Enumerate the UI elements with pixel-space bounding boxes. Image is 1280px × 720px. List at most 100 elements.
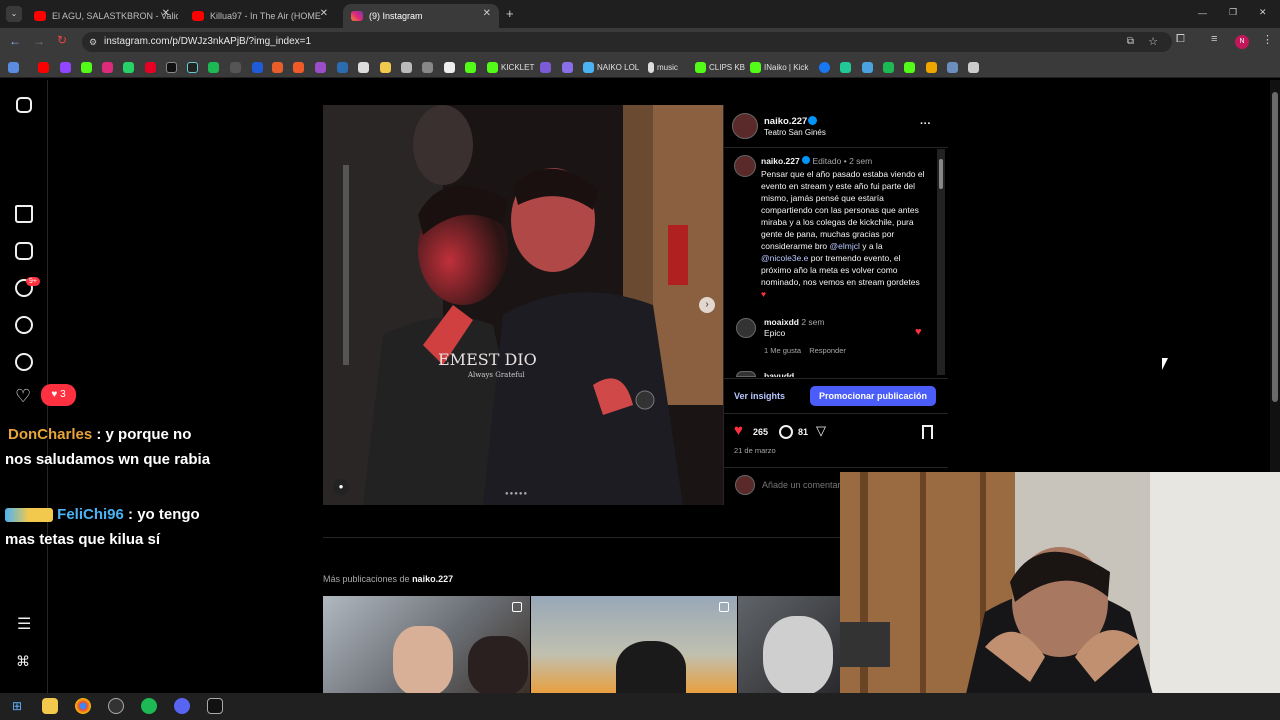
bookmark-icon[interactable] xyxy=(465,61,476,73)
save-bookmark-icon[interactable] xyxy=(922,425,933,439)
windows-start-icon[interactable]: ⊞ xyxy=(9,698,25,714)
minimize-button[interactable]: — xyxy=(1198,8,1207,18)
commenter-avatar[interactable] xyxy=(736,371,756,377)
grid-post-thumbnail[interactable] xyxy=(738,596,840,693)
comment-likes-count[interactable]: 1 Me gusta xyxy=(764,346,801,355)
bookmark-icon[interactable] xyxy=(862,61,873,73)
spotify-icon[interactable] xyxy=(141,698,157,714)
bookmark-icon[interactable] xyxy=(904,61,915,73)
obs-icon[interactable] xyxy=(108,698,124,714)
author-username[interactable]: naiko.227 xyxy=(764,116,807,127)
menu-icon[interactable]: ⋮ xyxy=(1262,33,1273,46)
tab-youtube-2[interactable]: Killua97 - In The Air (HOME ✕ xyxy=(184,4,336,28)
close-window-button[interactable]: ✕ xyxy=(1259,7,1267,18)
site-info-icon[interactable]: ⚙ xyxy=(89,32,97,52)
comment-icon[interactable] xyxy=(779,425,793,439)
reels-icon[interactable] xyxy=(15,242,33,260)
bookmark-icon[interactable] xyxy=(272,61,283,73)
bookmark-icon[interactable] xyxy=(380,61,391,73)
author-avatar[interactable] xyxy=(732,113,758,139)
bookmark-icon[interactable] xyxy=(883,61,894,73)
bookmark-whatsapp-icon[interactable] xyxy=(123,61,134,73)
heart-icon[interactable]: ♡ xyxy=(15,386,31,407)
bookmark-star-icon[interactable]: ☆ xyxy=(1148,32,1158,52)
post-location[interactable]: Teatro San Ginés xyxy=(764,128,826,137)
bookmark-spotify-icon[interactable] xyxy=(208,61,219,73)
bookmark-twitch-icon[interactable] xyxy=(60,61,71,73)
comments-scrollbar[interactable] xyxy=(937,149,945,375)
grid-post-thumbnail[interactable] xyxy=(531,596,737,693)
bookmark-icon[interactable] xyxy=(422,61,433,73)
next-photo-icon[interactable]: › xyxy=(699,297,715,313)
page-scrollbar-thumb[interactable] xyxy=(1272,92,1278,402)
likes-count[interactable]: 265 xyxy=(753,427,768,437)
install-icon[interactable]: ⧉ xyxy=(1127,32,1134,52)
post-photo[interactable]: EMEST DIO Always Grateful › ● ●●●●● xyxy=(323,105,723,505)
chrome-icon[interactable] xyxy=(75,698,91,714)
view-insights-link[interactable]: Ver insights xyxy=(734,391,785,401)
bookmark-kicklet[interactable]: KICKLET xyxy=(487,61,534,73)
caption-username[interactable]: naiko.227 xyxy=(761,156,800,166)
bookmark-inaiko-kick[interactable]: INaiko | Kick xyxy=(750,61,808,73)
tab-instagram[interactable]: (9) Instagram ✕ xyxy=(343,4,499,28)
comment-like-icon[interactable]: ♥ xyxy=(915,326,922,338)
bookmark-icon[interactable] xyxy=(358,61,369,73)
bookmark-pinterest-icon[interactable] xyxy=(145,61,156,73)
maximize-button[interactable]: ❐ xyxy=(1229,7,1237,18)
explore-icon[interactable] xyxy=(15,353,33,371)
bookmark-s-icon[interactable] xyxy=(230,61,241,73)
more-menu-icon[interactable]: ☰ xyxy=(17,614,31,634)
reload-icon[interactable]: ↻ xyxy=(57,33,67,47)
close-tab-icon[interactable]: ✕ xyxy=(320,8,328,19)
likes-notification[interactable]: ♥ 3 xyxy=(41,384,76,406)
bookmark-kick-icon[interactable] xyxy=(81,61,92,73)
comments-count[interactable]: 81 xyxy=(798,427,808,437)
scrollbar-thumb[interactable] xyxy=(939,159,943,189)
bookmark-youtube-icon[interactable] xyxy=(38,61,49,73)
address-bar[interactable]: ⚙ instagram.com/p/DWJz3nkAPjB/?img_index… xyxy=(82,32,1172,52)
more-posts-user[interactable]: naiko.227 xyxy=(412,574,453,584)
share-icon[interactable]: ▽ xyxy=(816,423,826,439)
bookmark-icon[interactable] xyxy=(540,61,551,73)
caption-avatar[interactable] xyxy=(734,155,756,177)
commenter-avatar[interactable] xyxy=(736,318,756,338)
app-icon[interactable] xyxy=(207,698,223,714)
new-tab-button[interactable]: + xyxy=(506,6,514,21)
bookmark-music[interactable]: music xyxy=(648,61,678,73)
bookmark-instagram-icon[interactable] xyxy=(102,61,113,73)
tab-search-button[interactable]: ⌄ xyxy=(6,6,22,22)
like-button-icon[interactable]: ♥ xyxy=(734,422,743,439)
bookmark-icon[interactable] xyxy=(293,61,304,73)
profile-avatar[interactable]: N xyxy=(1235,35,1249,49)
apps-icon[interactable] xyxy=(8,61,19,73)
mention-link[interactable]: @nicole3e.e xyxy=(761,253,808,263)
tagged-users-icon[interactable]: ● xyxy=(333,479,349,495)
bookmark-icon[interactable] xyxy=(947,61,958,73)
close-tab-icon[interactable]: ✕ xyxy=(483,8,491,19)
comment-username[interactable]: moaixdd xyxy=(764,317,799,327)
more-options-icon[interactable]: ··· xyxy=(920,118,931,130)
bookmark-icon[interactable] xyxy=(968,61,979,73)
close-tab-icon[interactable]: ✕ xyxy=(162,8,170,19)
promote-post-button[interactable]: Promocionar publicación xyxy=(810,386,936,406)
also-from-meta-icon[interactable]: ⌘ xyxy=(16,653,30,670)
bookmark-tiktok-icon[interactable] xyxy=(187,61,198,73)
instagram-logo-icon[interactable] xyxy=(16,97,32,113)
bookmark-icon[interactable] xyxy=(926,61,937,73)
bookmark-x-icon[interactable] xyxy=(166,61,177,73)
bookmark-icon[interactable] xyxy=(337,61,348,73)
bookmark-icon[interactable] xyxy=(401,61,412,73)
grid-post-thumbnail[interactable] xyxy=(323,596,530,693)
bookmark-icon[interactable] xyxy=(444,61,455,73)
file-explorer-icon[interactable] xyxy=(42,698,58,714)
media-icon[interactable]: ≡ xyxy=(1211,33,1217,45)
bookmark-icon[interactable] xyxy=(315,61,326,73)
forward-icon[interactable]: → xyxy=(33,34,45,48)
bookmark-icon[interactable] xyxy=(562,61,573,73)
bookmark-icon[interactable] xyxy=(252,61,263,73)
discord-icon[interactable] xyxy=(174,698,190,714)
reply-button[interactable]: Responder xyxy=(809,346,846,355)
tab-youtube-1[interactable]: El AGU, SALASTKBRON - Valio l ✕ xyxy=(26,4,178,28)
bookmark-icon[interactable] xyxy=(840,61,851,73)
bookmark-icon[interactable] xyxy=(819,61,830,73)
